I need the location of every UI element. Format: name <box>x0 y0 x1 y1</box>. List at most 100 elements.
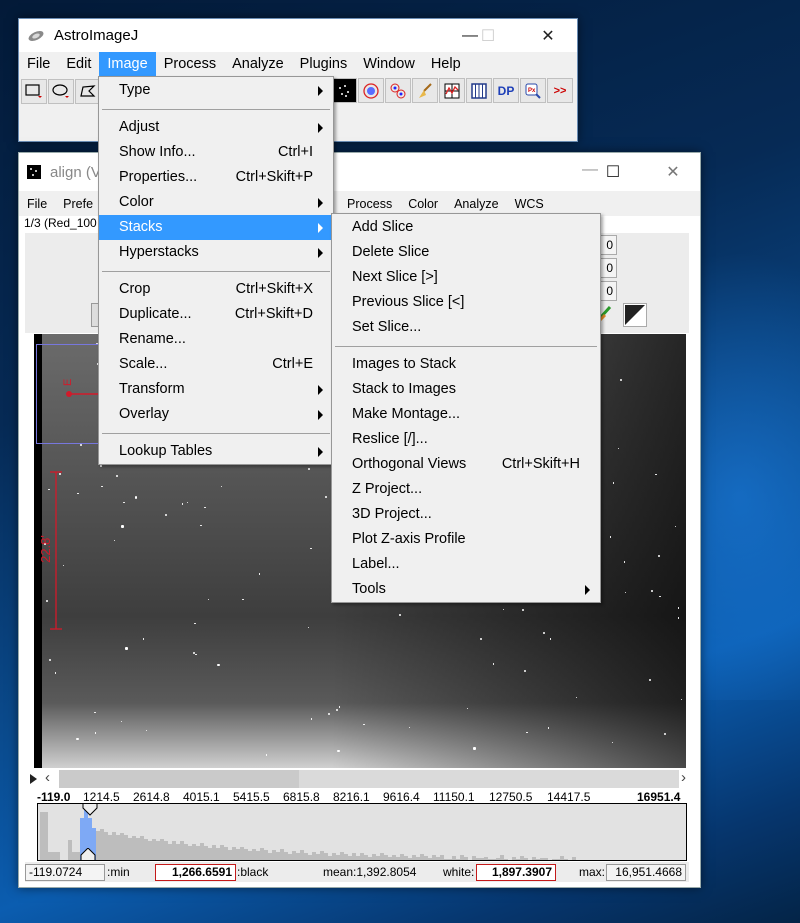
histogram-bar <box>488 859 492 860</box>
histogram-bar <box>556 858 560 860</box>
submenu-arrow-icon <box>585 585 590 595</box>
menu-process[interactable]: Process <box>156 52 224 77</box>
close-button[interactable]: ✕ <box>525 19 571 52</box>
star <box>612 482 615 484</box>
star-field-tool-button[interactable] <box>331 78 357 103</box>
histogram-bar <box>52 852 56 860</box>
image-menu-item-crop[interactable]: Crop Ctrl+Skift+X <box>99 277 333 302</box>
multi-aperture-icon <box>390 83 406 98</box>
stacks-menu-item-previous-slice[interactable]: Previous Slice [<] <box>332 290 600 315</box>
image-menu-process[interactable]: Process <box>339 197 400 211</box>
star <box>54 672 57 674</box>
image-menu-item-color[interactable]: Color <box>99 190 333 215</box>
menu-item-shortcut: Ctrl+Skift+X <box>235 281 313 297</box>
play-icon[interactable] <box>30 774 38 784</box>
menu-item-label: Crop <box>119 281 151 297</box>
histogram[interactable] <box>37 803 687 861</box>
menu-image[interactable]: Image <box>99 52 156 77</box>
image-menu-preferences[interactable]: Prefe <box>55 197 101 211</box>
black-level-handle[interactable] <box>80 848 96 861</box>
image-menu-item-type[interactable]: Type <box>99 78 333 103</box>
image-menu-item-show-info[interactable]: Show Info... Ctrl+I <box>99 140 333 165</box>
menu-separator <box>99 427 333 439</box>
white-value-field[interactable]: 1,897.3907 <box>476 864 556 881</box>
image-menu-item-scale[interactable]: Scale... Ctrl+E <box>99 352 333 377</box>
image-close-button[interactable]: ✕ <box>650 153 696 191</box>
image-menu-analyze[interactable]: Analyze <box>446 197 506 211</box>
menu-edit[interactable]: Edit <box>58 52 99 77</box>
image-menu-wcs[interactable]: WCS <box>507 197 552 211</box>
image-menu-item-transform[interactable]: Transform <box>99 377 333 402</box>
slice-scrollbar[interactable] <box>59 770 679 788</box>
menu-item-label: Properties... <box>119 169 198 185</box>
table-tool-button[interactable] <box>466 78 492 103</box>
histogram-bar <box>376 856 380 860</box>
image-menu-item-stacks[interactable]: Stacks <box>99 215 333 240</box>
image-menu-file[interactable]: File <box>19 197 55 211</box>
histogram-bar <box>560 855 564 860</box>
pixel-zoom-tool-button[interactable]: Px <box>520 78 546 103</box>
image-menu-item-rename[interactable]: Rename... <box>99 327 333 352</box>
image-maximize-button[interactable]: ☐ <box>590 153 636 191</box>
image-menu-item-overlay[interactable]: Overlay <box>99 402 333 427</box>
submenu-arrow-icon <box>318 123 323 133</box>
stacks-menu-item-orthogonal-views[interactable]: Orthogonal Views Ctrl+Skift+H <box>332 452 600 477</box>
stacks-menu-item-stack-to-images[interactable]: Stack to Images <box>332 377 600 402</box>
stacks-menu-item-delete-slice[interactable]: Delete Slice <box>332 240 600 265</box>
histogram-bar <box>168 843 172 860</box>
histogram-bar <box>172 841 176 860</box>
invert-lut-button[interactable] <box>623 303 647 327</box>
rectangle-tool-button[interactable] <box>21 78 47 104</box>
menu-help[interactable]: Help <box>423 52 469 77</box>
menu-analyze[interactable]: Analyze <box>224 52 292 77</box>
black-value-field[interactable]: 1,266.6591 <box>155 864 236 881</box>
histogram-bar <box>244 849 248 860</box>
max-value-field[interactable]: 16,951.4668 <box>606 864 686 881</box>
image-menu-item-adjust[interactable]: Adjust <box>99 115 333 140</box>
histogram-bar <box>320 851 324 860</box>
stacks-menu-item-reslice[interactable]: Reslice [/]... <box>332 427 600 452</box>
scroll-right-arrow[interactable]: › <box>681 769 686 786</box>
menu-item-label: Transform <box>119 381 185 397</box>
image-menu-item-lookup-tables[interactable]: Lookup Tables <box>99 439 333 464</box>
histogram-bar <box>124 835 128 860</box>
clear-overlay-tool-button[interactable] <box>412 78 438 103</box>
aperture-icon <box>363 82 379 99</box>
histogram-bar <box>420 854 424 860</box>
stacks-menu-item-images-to-stack[interactable]: Images to Stack <box>332 352 600 377</box>
stacks-menu-item-set-slice[interactable]: Set Slice... <box>332 315 600 340</box>
stacks-menu-item-next-slice[interactable]: Next Slice [>] <box>332 265 600 290</box>
stacks-menu-item-add-slice[interactable]: Add Slice <box>332 215 600 240</box>
stacks-menu-item-label[interactable]: Label... <box>332 552 600 577</box>
image-menu-item-duplicate[interactable]: Duplicate... Ctrl+Skift+D <box>99 302 333 327</box>
oval-tool-button[interactable] <box>48 78 74 104</box>
histogram-bar <box>144 838 148 860</box>
stacks-menu-item-tools[interactable]: Tools <box>332 577 600 602</box>
stacks-menu-item-make-montage[interactable]: Make Montage... <box>332 402 600 427</box>
white-level-handle[interactable] <box>82 803 98 816</box>
scroll-left-arrow[interactable]: ‹ <box>45 769 50 786</box>
image-window-icon <box>27 165 41 179</box>
histogram-bar <box>56 852 60 860</box>
menu-item-label: Z Project... <box>352 481 423 497</box>
more-tools-button[interactable]: >> <box>547 78 573 103</box>
image-menu-color[interactable]: Color <box>400 197 446 211</box>
plot-tool-button[interactable] <box>439 78 465 103</box>
astroimagej-app-icon <box>28 30 44 41</box>
star <box>526 731 528 734</box>
menu-file[interactable]: File <box>19 52 58 77</box>
image-menu-item-properties[interactable]: Properties... Ctrl+Skift+P <box>99 165 333 190</box>
image-menu-item-hyperstacks[interactable]: Hyperstacks <box>99 240 333 265</box>
aperture-tool-button[interactable] <box>358 78 384 103</box>
stacks-menu-item-3d-project[interactable]: 3D Project... <box>332 502 600 527</box>
multi-aperture-tool-button[interactable] <box>385 78 411 103</box>
stacks-menu-item-z-project[interactable]: Z Project... <box>332 477 600 502</box>
histogram-stats: -119.0724 :min 1,266.6591 :black mean:1,… <box>25 862 689 882</box>
menu-plugins[interactable]: Plugins <box>292 52 356 77</box>
scrollbar-thumb[interactable] <box>59 770 299 788</box>
maximize-button[interactable]: ☐ <box>465 19 511 52</box>
dp-tool-button[interactable]: DP <box>493 78 519 103</box>
menu-window[interactable]: Window <box>355 52 423 77</box>
min-value-field[interactable]: -119.0724 <box>25 864 105 881</box>
stacks-menu-item-plot-z-axis-profile[interactable]: Plot Z-axis Profile <box>332 527 600 552</box>
